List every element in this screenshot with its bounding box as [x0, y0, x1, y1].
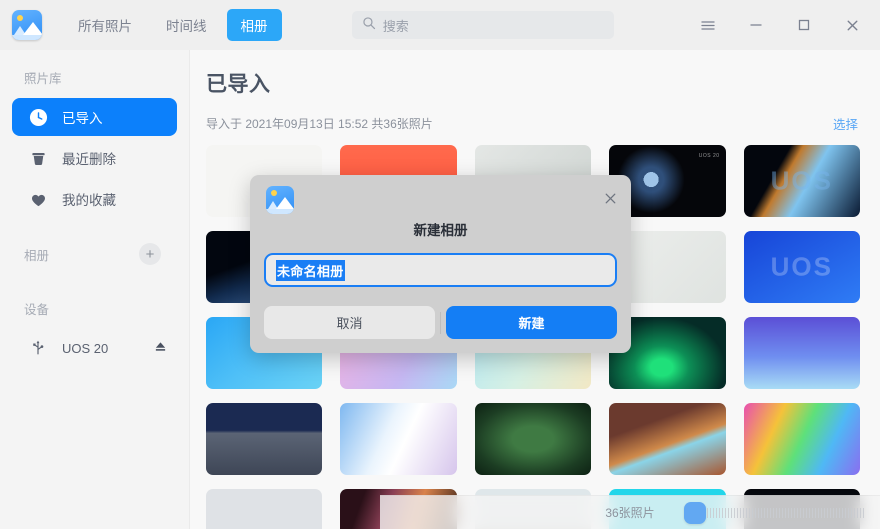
photos-app-icon	[266, 186, 294, 214]
close-icon[interactable]	[597, 185, 623, 211]
photos-app-window: 所有照片 时间线 相册 搜索 照片库 已导入 最近删除 我的收藏 相册 + 设备…	[0, 0, 880, 529]
album-name-value: 未命名相册	[276, 259, 345, 281]
dialog-title: 新建相册	[413, 223, 468, 238]
button-divider	[440, 311, 441, 334]
cancel-button[interactable]: 取消	[264, 306, 435, 339]
new-album-dialog: 新建相册 未命名相册 取消 新建	[250, 175, 631, 353]
dialog-buttons: 取消 新建	[264, 306, 617, 339]
modal-layer: 新建相册 未命名相册 取消 新建	[0, 0, 880, 529]
create-button[interactable]: 新建	[446, 306, 617, 339]
album-name-input[interactable]: 未命名相册	[264, 253, 617, 287]
